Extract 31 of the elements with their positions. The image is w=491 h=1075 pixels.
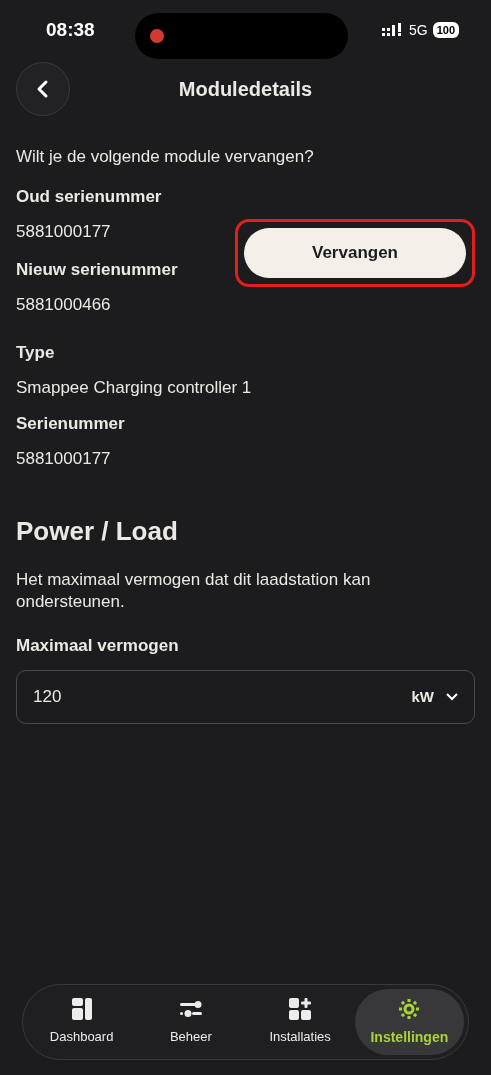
chevron-down-icon (446, 693, 458, 701)
status-time: 08:38 (46, 17, 95, 42)
nav-tab[interactable]: Beheer (136, 989, 246, 1055)
back-icon (36, 79, 50, 99)
field-value: Smappee Charging controller 1 (16, 377, 253, 399)
nav-tab[interactable]: Instellingen (354, 989, 464, 1055)
question-text: Wilt je de volgende module vervangen? (16, 146, 315, 168)
field-value: 5881000466 (16, 294, 112, 316)
dashboard-icon (69, 997, 94, 1022)
nav-tab[interactable]: Dashboard (27, 989, 137, 1055)
field-value: 5881000177 (16, 448, 112, 470)
replace-button[interactable]: Vervangen (244, 227, 466, 278)
field-label: Type (16, 341, 56, 364)
signal-icon (381, 23, 404, 37)
input-value: 120 (33, 686, 63, 709)
field-label: Serienummer (16, 412, 126, 435)
power-input-field[interactable]: 120 kW (16, 670, 475, 724)
apps-add-icon (288, 997, 313, 1022)
nav-tab[interactable]: Installaties (245, 989, 355, 1055)
page-title: Moduledetails (178, 77, 313, 102)
settings-icon (397, 996, 422, 1021)
field-label: Nieuw serienummer (16, 258, 179, 281)
field-label: Maximaal vermogen (16, 634, 180, 657)
back-button[interactable] (16, 62, 70, 116)
unit-dropdown[interactable]: kW (411, 685, 458, 709)
battery-indicator: 100 (432, 22, 459, 38)
network-label: 5G (408, 20, 428, 40)
section-description: Het maximaal vermogen dat dit laadstation kan ondersteunen. (16, 568, 372, 613)
field-label: Oud serienummer (16, 185, 163, 208)
field-value: 5881000177 (16, 221, 112, 243)
section-heading: Power / Load (16, 514, 179, 548)
